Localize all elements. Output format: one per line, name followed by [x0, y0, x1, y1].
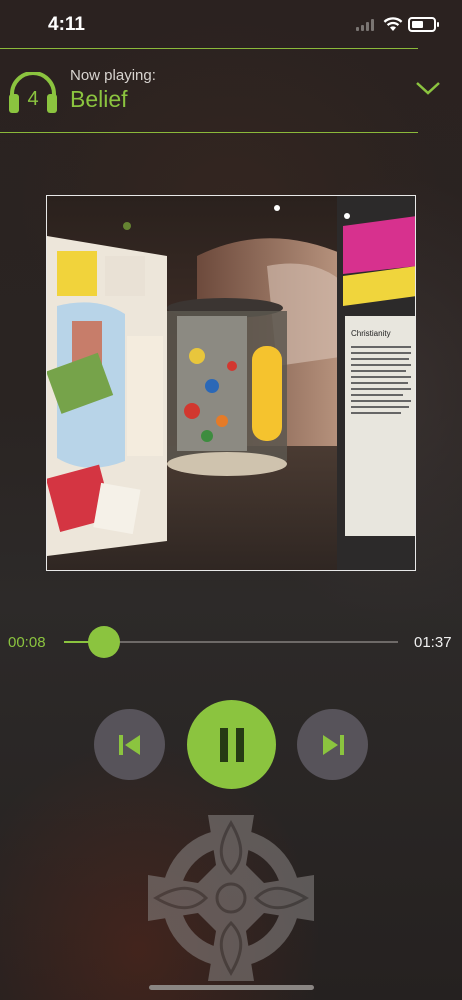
- battery-icon: [408, 17, 439, 32]
- now-playing-label: Now playing:: [70, 67, 156, 84]
- skip-next-icon: [322, 734, 344, 755]
- track-title: Belief: [70, 86, 128, 112]
- header-divider-bottom: [0, 132, 418, 133]
- cellular-signal-icon: [356, 19, 374, 31]
- track-artwork: Christianity: [46, 195, 416, 571]
- home-indicator: [149, 985, 314, 990]
- previous-button[interactable]: [94, 709, 165, 780]
- progress-slider[interactable]: [64, 626, 398, 658]
- pause-icon: [219, 727, 244, 762]
- status-bar: 4:11: [0, 0, 462, 50]
- progress-thumb[interactable]: [88, 626, 121, 658]
- total-duration: 01:37: [414, 634, 452, 651]
- celtic-cross-icon: [148, 815, 314, 981]
- wifi-icon: [383, 17, 403, 31]
- panel-heading: Christianity: [351, 329, 391, 338]
- header-divider-top: [0, 48, 418, 49]
- exhibition-photo: Christianity: [47, 196, 415, 570]
- status-time: 4:11: [48, 14, 85, 35]
- chevron-down-icon[interactable]: [415, 80, 441, 96]
- track-number: 4: [27, 88, 39, 110]
- elapsed-time: 00:08: [8, 634, 46, 651]
- pause-button[interactable]: [187, 700, 276, 789]
- skip-previous-icon: [118, 734, 140, 755]
- next-button[interactable]: [297, 709, 368, 780]
